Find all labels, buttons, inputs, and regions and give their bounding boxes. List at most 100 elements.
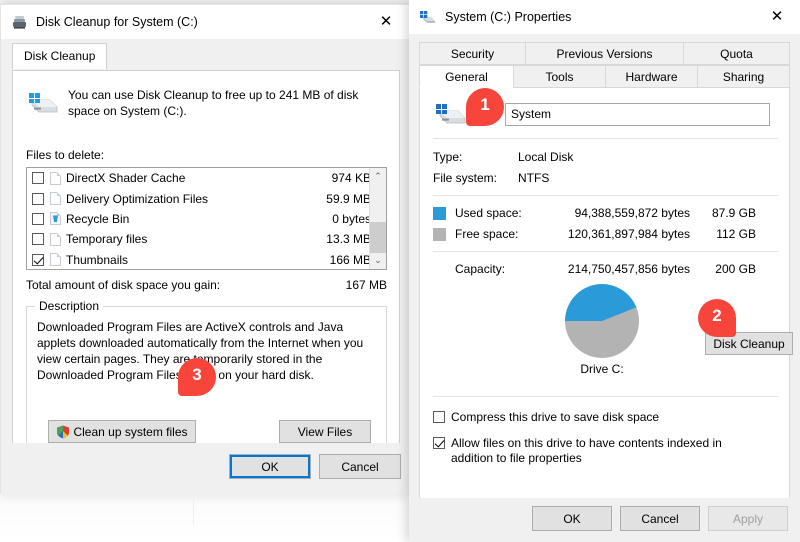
cancel-label: Cancel [641, 511, 679, 526]
scrollbar-thumb[interactable] [370, 222, 386, 253]
file-list-item[interactable]: Temporary files 13.3 MB [27, 229, 371, 249]
tab-label: Security [450, 46, 495, 61]
file-item-size: 0 bytes [332, 211, 371, 226]
scroll-up-icon[interactable]: ⌃ [370, 168, 386, 185]
tab-hardware[interactable]: Hardware [605, 65, 698, 88]
tab-label: Hardware [625, 69, 678, 84]
system-properties-window: System (C:) Properties ✕ Security Previou… [409, 0, 800, 542]
properties-tabstrip: Security Previous Versions Quota General To… [419, 42, 790, 88]
tab-label: Quota [720, 46, 753, 61]
drive-properties-icon [419, 10, 437, 25]
close-icon[interactable]: ✕ [363, 5, 409, 38]
disk-usage-donut-chart [565, 284, 639, 358]
apply-button[interactable]: Apply [708, 506, 788, 531]
used-space-label: Used space: [455, 206, 522, 220]
disk-cleanup-icon [11, 15, 28, 30]
shield-icon [56, 425, 70, 439]
tab-row-1: Security Previous Versions Quota [419, 42, 790, 65]
file-item-size: 166 MB [329, 252, 371, 267]
tab-label: Previous Versions [556, 46, 653, 61]
file-list-row[interactable]: Recycle Bin 0 bytes [27, 209, 371, 229]
file-list-row[interactable]: DirectX Shader Cache 974 KB [27, 168, 371, 188]
view-files-button[interactable]: View Files [279, 420, 371, 443]
tab-label: General [445, 69, 488, 84]
file-list-row[interactable]: Thumbnails 166 MB [27, 250, 371, 269]
total-space-label: Total amount of disk space you gain: [26, 278, 221, 292]
used-space-bytes: 94,388,559,872 bytes [574, 206, 690, 220]
disk-cleanup-tabpanel: You can use Disk Cleanup to free up to 2… [12, 70, 400, 477]
index-contents-checkbox-row[interactable]: Allow files on this drive to have conten… [433, 436, 773, 466]
files-listbox[interactable]: DirectX Shader Cache 974 KB Delivery Optim… [26, 167, 387, 270]
index-contents-checkbox[interactable] [433, 437, 445, 449]
file-list-item[interactable]: Delivery Optimization Files 59.9 MB [27, 188, 371, 208]
view-files-label: View Files [297, 424, 353, 439]
tab-previous-versions[interactable]: Previous Versions [525, 42, 684, 65]
type-value: Local Disk [518, 150, 574, 164]
file-item-checkbox[interactable] [32, 192, 44, 205]
description-legend: Description [35, 299, 104, 313]
tab-tools[interactable]: Tools [513, 65, 606, 88]
ok-label: OK [261, 459, 279, 474]
tab-general[interactable]: General [419, 65, 514, 88]
clean-up-system-files-button[interactable]: Clean up system files [48, 420, 196, 443]
tab-security[interactable]: Security [419, 42, 526, 65]
free-space-bytes: 120,361,897,984 bytes [567, 227, 690, 241]
properties-titlebar: System (C:) Properties ✕ [409, 0, 800, 34]
marker-number: 1 [480, 95, 490, 114]
file-icon [50, 232, 61, 246]
tab-label: Sharing [722, 69, 765, 84]
marker-number: 2 [712, 306, 722, 325]
drive-caption: Drive C: [580, 362, 624, 376]
file-list: DirectX Shader Cache 974 KB Delivery Optim… [27, 168, 371, 269]
disk-cleanup-titlebar: Disk Cleanup for System (C:) ✕ [1, 5, 409, 39]
annotation-marker-2: 2 [698, 299, 738, 339]
free-space-gb: 112 GB [716, 227, 756, 241]
disk-cleanup-title: Disk Cleanup for System (C:) [36, 15, 198, 29]
tab-disk-cleanup[interactable]: Disk Cleanup [12, 43, 108, 69]
cancel-button[interactable]: Cancel [620, 506, 700, 531]
marker-number: 3 [192, 365, 202, 384]
ok-button[interactable]: OK [532, 506, 612, 531]
ok-button[interactable]: OK [229, 454, 311, 479]
properties-footer: OK Cancel Apply [409, 498, 800, 542]
close-icon[interactable]: ✕ [754, 0, 800, 33]
file-item-checkbox[interactable] [32, 233, 44, 246]
file-item-checkbox[interactable] [32, 212, 44, 225]
tab-sharing[interactable]: Sharing [697, 65, 790, 88]
compress-drive-checkbox[interactable] [433, 411, 445, 423]
tab-label: Tools [545, 69, 574, 84]
file-list-item[interactable]: Recycle Bin 0 bytes [27, 209, 371, 229]
file-item-checkbox[interactable] [32, 253, 44, 266]
file-list-item[interactable]: Thumbnails 166 MB [27, 250, 371, 269]
volume-label-input[interactable] [505, 102, 770, 126]
background-faint-text [48, 528, 198, 536]
disk-cleanup-tabstrip: Disk Cleanup [12, 43, 108, 69]
file-list-item[interactable]: DirectX Shader Cache 974 KB [27, 168, 371, 188]
compress-drive-checkbox-row[interactable]: Compress this drive to save disk space [433, 410, 773, 424]
free-space-legend-swatch [433, 228, 446, 241]
file-item-checkbox[interactable] [32, 172, 44, 185]
type-label: Type: [433, 150, 463, 164]
cancel-button[interactable]: Cancel [319, 454, 401, 479]
file-item-size: 13.3 MB [326, 232, 371, 247]
properties-title: System (C:) Properties [445, 10, 572, 24]
divider [433, 251, 778, 252]
file-item-size: 974 KB [331, 171, 371, 186]
scrollbar-track[interactable] [370, 185, 386, 253]
tab-quota[interactable]: Quota [683, 42, 790, 65]
disk-cleanup-window: Disk Cleanup for System (C:) ✕ Disk Clea… [0, 4, 410, 495]
cancel-label: Cancel [341, 459, 379, 474]
drive-icon [433, 100, 469, 128]
intro-row: You can use Disk Cleanup to free up to 2… [26, 87, 381, 119]
donut-ring [565, 284, 639, 358]
listbox-scrollbar[interactable]: ⌃ ⌄ [369, 168, 386, 269]
annotation-marker-1: 1 [466, 88, 506, 128]
scroll-down-icon[interactable]: ⌄ [370, 252, 386, 269]
file-list-row[interactable]: Temporary files 13.3 MB [27, 229, 371, 249]
divider [433, 195, 778, 196]
annotation-marker-3: 3 [178, 358, 218, 398]
files-to-delete-label: Files to delete: [26, 148, 105, 162]
file-list-row[interactable]: Delivery Optimization Files 59.9 MB [27, 188, 371, 208]
intro-text: You can use Disk Cleanup to free up to 2… [68, 88, 359, 118]
apply-label: Apply [732, 511, 764, 526]
